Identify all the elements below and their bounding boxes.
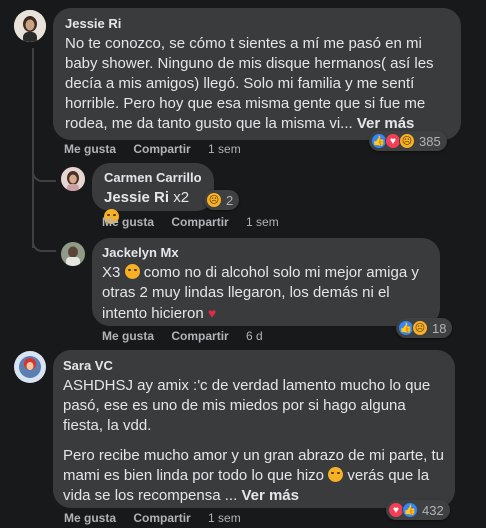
pensive-face-emoji (124, 264, 140, 279)
comment-paragraph: Pero recibe mucho amor y un gran abrazo … (63, 446, 445, 506)
comment-bubble: Carmen Carrillo Jessie Ri x2 (92, 163, 214, 224)
like-button[interactable]: Me gusta (102, 329, 154, 343)
reaction-count: 2 (226, 192, 234, 208)
reaction-summary[interactable]: 👍 ♥ ☹ 385 (369, 131, 447, 151)
share-button[interactable]: Compartir (133, 142, 190, 156)
avatar[interactable] (14, 351, 46, 383)
comment-body: como no di alcohol solo mi mejor amiga y… (102, 264, 419, 322)
like-button[interactable]: Me gusta (102, 215, 154, 229)
comment-text: No te conozco, se cómo t sientes a mí me… (65, 34, 449, 134)
comment-author[interactable]: Jackelyn Mx (102, 244, 430, 261)
comment-actions: Me gusta Compartir 1 sem (64, 511, 255, 525)
timestamp[interactable]: 1 sem (208, 142, 241, 156)
timestamp[interactable]: 6 d (246, 329, 263, 343)
comment-bubble: Sara VC ASHDHSJ ay amix :'c de verdad la… (53, 350, 455, 508)
sad-icon: ☹ (206, 192, 222, 208)
comment-text: ASHDHSJ ay amix :'c de verdad lamento mu… (63, 376, 445, 506)
comment-body: x2 (173, 189, 190, 206)
comment-author[interactable]: Jessie Ri (65, 15, 449, 32)
avatar[interactable] (61, 242, 85, 266)
comment-author[interactable]: Sara VC (63, 357, 445, 374)
reaction-count: 18 (432, 320, 447, 336)
share-button[interactable]: Compartir (133, 511, 190, 525)
broken-heart-emoji: ♥ (207, 305, 217, 321)
comment-paragraph: ASHDHSJ ay amix :'c de verdad lamento mu… (63, 377, 431, 434)
comment-actions: Me gusta Compartir 6 d (102, 329, 277, 343)
sad-icon: ☹ (399, 133, 415, 149)
see-more-link[interactable]: Ver más (241, 487, 299, 504)
like-button[interactable]: Me gusta (64, 142, 116, 156)
reaction-summary[interactable]: ♥ 👍 432 (386, 500, 450, 520)
comment-body: X3 (102, 264, 121, 281)
thread-connector (32, 228, 56, 252)
like-icon: 👍 (402, 502, 418, 518)
comment-text: X3 como no di alcohol solo mi mejor amig… (102, 263, 430, 324)
mention-link[interactable]: Jessie Ri (104, 189, 169, 206)
thread-connector (32, 160, 56, 182)
comment-bubble: Jessie Ri No te conozco, se cómo t sient… (53, 8, 461, 140)
see-more-link[interactable]: Ver más (357, 115, 415, 132)
share-button[interactable]: Compartir (171, 329, 228, 343)
comment-author[interactable]: Carmen Carrillo (104, 169, 202, 186)
reaction-summary[interactable]: ☹ 2 (204, 190, 240, 210)
thread-line (32, 48, 34, 248)
share-button[interactable]: Compartir (171, 215, 228, 229)
reaction-summary[interactable]: 👍 ☹ 18 (396, 318, 453, 338)
timestamp[interactable]: 1 sem (208, 511, 241, 525)
comment-actions: Me gusta Compartir 1 sem (102, 215, 293, 229)
sad-icon: ☹ (412, 320, 428, 336)
avatar[interactable] (14, 10, 46, 42)
pleading-face-emoji (328, 467, 344, 482)
comment-actions: Me gusta Compartir 1 sem (64, 142, 255, 156)
reaction-count: 432 (422, 502, 444, 518)
comment-bubble: Jackelyn Mx X3 como no di alcohol solo m… (92, 238, 440, 326)
reaction-count: 385 (419, 133, 441, 149)
like-button[interactable]: Me gusta (64, 511, 116, 525)
timestamp[interactable]: 1 sem (246, 215, 279, 229)
avatar[interactable] (61, 167, 85, 191)
